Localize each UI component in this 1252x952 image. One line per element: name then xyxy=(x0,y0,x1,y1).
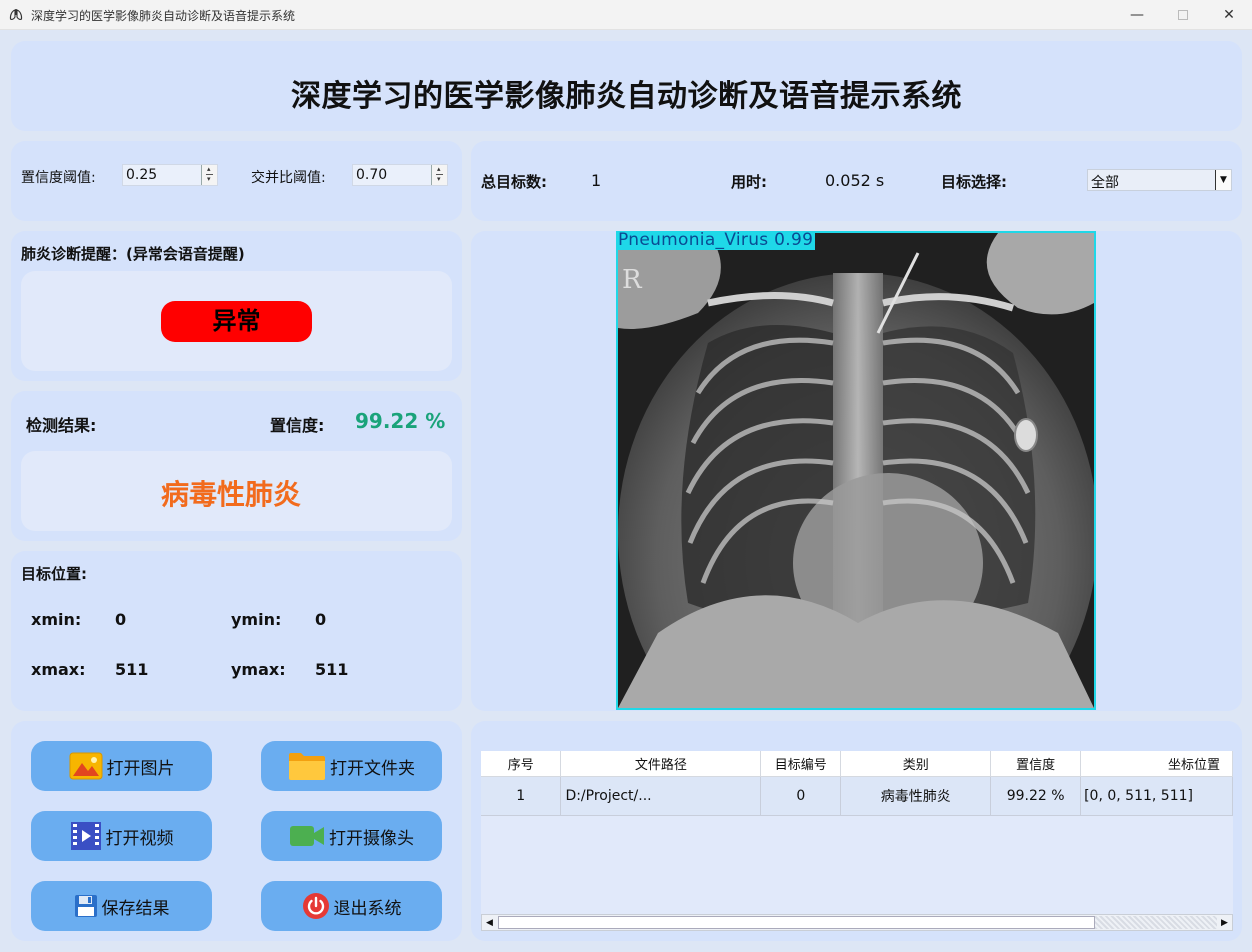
open-folder-label: 打开文件夹 xyxy=(330,758,415,779)
open-folder-button[interactable]: 打开文件夹 xyxy=(261,741,442,791)
iou-threshold-value: 0.70 xyxy=(356,167,388,183)
header-coordinates[interactable]: 坐标位置 xyxy=(1080,751,1233,777)
target-select-label: 目标选择: xyxy=(941,173,1007,191)
xmax-label: xmax: xyxy=(31,660,86,679)
power-icon xyxy=(302,893,329,919)
header-confidence[interactable]: 置信度 xyxy=(990,751,1082,777)
folder-icon xyxy=(289,753,325,780)
save-result-button[interactable]: 保存结果 xyxy=(31,881,212,931)
video-film-icon xyxy=(70,822,101,850)
alert-title: 肺炎诊断提醒：(异常会语音提醒) xyxy=(21,245,245,263)
xmin-label: xmin: xyxy=(31,610,82,629)
page-title: 深度学习的医学影像肺炎自动诊断及语音提示系统 xyxy=(291,79,962,114)
minimize-button[interactable]: — xyxy=(1114,0,1160,30)
exit-label: 退出系统 xyxy=(333,898,402,919)
header-panel: 深度学习的医学影像肺炎自动诊断及语音提示系统 xyxy=(11,41,1242,131)
detection-panel: 检测结果: 置信度: 99.22 % 病毒性肺炎 xyxy=(11,391,462,541)
ymin-label: ymin: xyxy=(231,610,282,629)
table-horizontal-scrollbar[interactable]: ◀ ▶ xyxy=(481,914,1233,931)
scroll-right-icon[interactable]: ▶ xyxy=(1217,915,1232,930)
stats-panel: 总目标数: 1 用时: 0.052 s 目标选择: 全部 ▼ xyxy=(471,141,1242,221)
alert-status-box: 异常 xyxy=(21,271,452,371)
window-titlebar: 深度学习的医学影像肺炎自动诊断及语音提示系统 — ✕ xyxy=(0,0,1252,30)
iou-threshold-label: 交并比阈值: xyxy=(251,170,326,186)
table-row[interactable]: 1 D:/Project/... 0 病毒性肺炎 99.22 % [0, 0, … xyxy=(481,776,1233,816)
cell-index: 1 xyxy=(481,776,562,816)
table-empty-area xyxy=(481,816,1233,914)
open-image-label: 打开图片 xyxy=(106,758,175,779)
conf-threshold-label: 置信度阈值: xyxy=(21,170,96,186)
params-panel: 置信度阈值: 0.25 ▴ ▾ 交并比阈值: 0.70 ▴ ▾ xyxy=(11,141,462,221)
conf-threshold-value: 0.25 xyxy=(126,167,158,183)
result-box: 病毒性肺炎 xyxy=(21,451,452,531)
results-table: 序号 文件路径 目标编号 类别 置信度 坐标位置 1 D:/Project/..… xyxy=(481,751,1233,816)
lungs-icon xyxy=(9,9,23,20)
save-result-label: 保存结果 xyxy=(101,898,170,919)
open-video-label: 打开视频 xyxy=(105,828,174,849)
cell-target-id: 0 xyxy=(760,776,842,816)
conf-threshold-spinbox[interactable]: 0.25 ▴ ▾ xyxy=(122,164,218,186)
alert-panel: 肺炎诊断提醒：(异常会语音提醒) 异常 xyxy=(11,231,462,381)
table-header-row: 序号 文件路径 目标编号 类别 置信度 坐标位置 xyxy=(481,751,1233,777)
close-icon: ✕ xyxy=(1223,7,1235,23)
detection-label: Pneumonia_Virus 0.99 xyxy=(616,230,816,250)
image-icon xyxy=(69,752,102,780)
confidence-label: 置信度: xyxy=(270,416,325,435)
ymin-value: 0 xyxy=(315,610,327,629)
position-title: 目标位置: xyxy=(21,565,87,583)
open-image-button[interactable]: 打开图片 xyxy=(31,741,212,791)
chevron-down-icon[interactable]: ▼ xyxy=(1215,170,1231,190)
ymax-label: ymax: xyxy=(231,660,286,679)
close-button[interactable]: ✕ xyxy=(1206,0,1252,30)
result-label: 检测结果: xyxy=(26,416,97,435)
iou-spin-arrows-icon[interactable]: ▴ ▾ xyxy=(431,165,447,185)
header-class[interactable]: 类别 xyxy=(840,751,992,777)
cell-file-path: D:/Project/... xyxy=(560,776,762,816)
xray-image: R xyxy=(616,231,1096,710)
xmin-value: 0 xyxy=(115,610,127,629)
cell-class: 病毒性肺炎 xyxy=(840,776,992,816)
maximize-icon xyxy=(1178,10,1188,20)
confidence-value: 99.22 % xyxy=(355,409,446,433)
open-camera-label: 打开摄像头 xyxy=(329,828,414,849)
scrollbar-thumb[interactable] xyxy=(498,916,1095,929)
camera-icon xyxy=(290,826,324,846)
result-value: 病毒性肺炎 xyxy=(160,478,301,511)
xray-drawing: R xyxy=(618,233,1094,708)
time-label: 用时: xyxy=(731,173,767,191)
maximize-button[interactable] xyxy=(1160,0,1206,30)
save-floppy-icon xyxy=(74,895,97,917)
open-camera-button[interactable]: 打开摄像头 xyxy=(261,811,442,861)
total-targets-label: 总目标数: xyxy=(481,173,547,191)
scrollbar-track[interactable] xyxy=(1095,916,1217,929)
header-target-id[interactable]: 目标编号 xyxy=(760,751,842,777)
target-select-dropdown[interactable]: 全部 ▼ xyxy=(1087,169,1232,191)
cell-confidence: 99.22 % xyxy=(990,776,1082,816)
cell-coordinates: [0, 0, 511, 511] xyxy=(1080,776,1233,816)
time-value: 0.052 s xyxy=(825,171,885,190)
side-marker: R xyxy=(622,265,643,295)
window-title: 深度学习的医学影像肺炎自动诊断及语音提示系统 xyxy=(31,9,296,23)
total-targets-value: 1 xyxy=(591,171,602,190)
target-select-value: 全部 xyxy=(1091,175,1119,191)
scroll-left-icon[interactable]: ◀ xyxy=(482,915,497,930)
open-video-button[interactable]: 打开视频 xyxy=(31,811,212,861)
ymax-value: 511 xyxy=(315,660,349,679)
iou-threshold-spinbox[interactable]: 0.70 ▴ ▾ xyxy=(352,164,448,186)
xmax-value: 511 xyxy=(115,660,149,679)
conf-spin-arrows-icon[interactable]: ▴ ▾ xyxy=(201,165,217,185)
minimize-icon: — xyxy=(1130,7,1144,23)
header-index[interactable]: 序号 xyxy=(481,751,562,777)
exit-button[interactable]: 退出系统 xyxy=(261,881,442,931)
position-panel: 目标位置: xmin: 0 ymin: 0 xmax: 511 ymax: 51… xyxy=(11,551,462,711)
status-badge: 异常 xyxy=(161,301,312,342)
header-file-path[interactable]: 文件路径 xyxy=(560,751,762,777)
